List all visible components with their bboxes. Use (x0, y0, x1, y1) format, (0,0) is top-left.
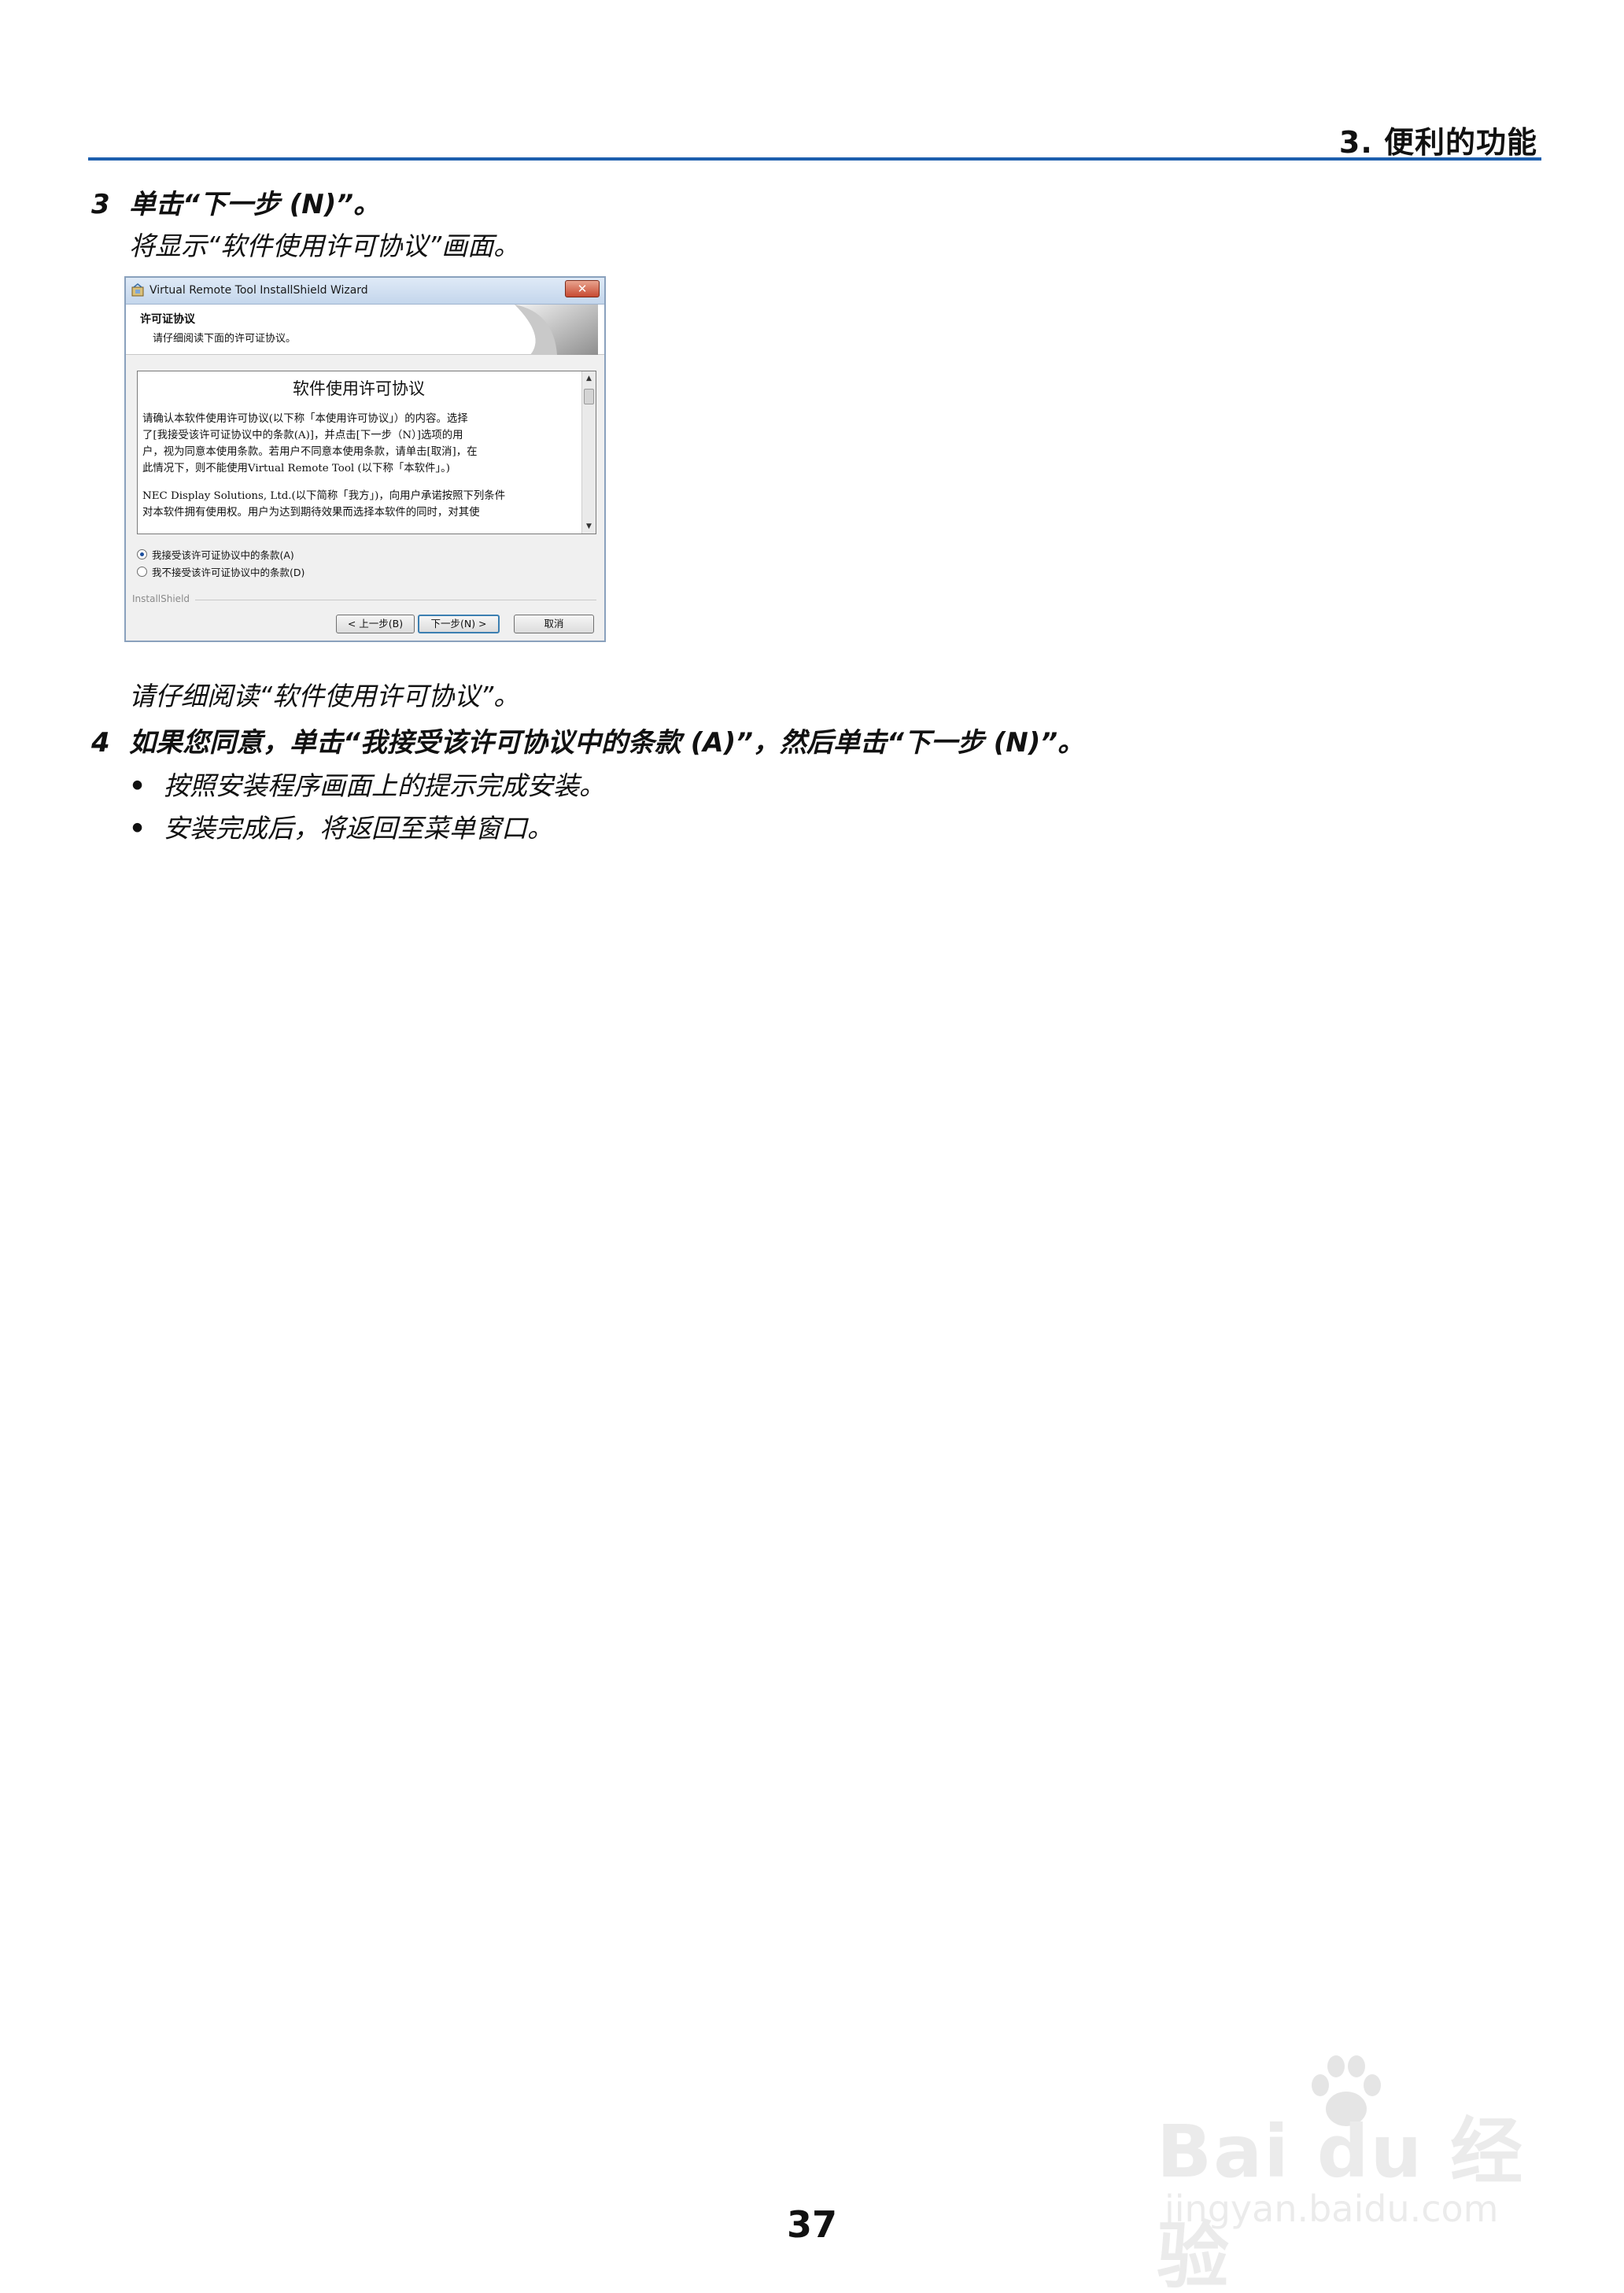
close-button[interactable]: ✕ (565, 280, 600, 297)
wizard-banner: 许可证协议 请仔细阅读下面的许可证协议。 (126, 305, 604, 355)
license-line: 户，视为同意本使用条款。若用户不同意本使用条款，请单击[取消]，在 (142, 446, 478, 458)
step-4: 4 如果您同意，单击“我接受该许可协议中的条款 (A)”，然后单击“下一步 (N)… (91, 721, 1084, 759)
installshield-label: InstallShield (132, 593, 190, 604)
window-titlebar: Virtual Remote Tool InstallShield Wizard… (126, 278, 604, 305)
license-line: 对本软件拥有使用权。用户为达到期待效果而选择本软件的同时，对其使 (142, 507, 480, 519)
read-note: 请仔细阅读“软件使用许可协议”。 (129, 681, 520, 711)
license-line: NEC Display Solutions, Ltd.(以下简称「我方」)，向用… (142, 490, 506, 502)
chapter-title: 3. 便利的功能 (1338, 125, 1537, 160)
radio-accept-option[interactable]: 我接受该许可证协议中的条款(A) (137, 547, 294, 562)
scroll-thumb[interactable] (584, 389, 594, 404)
banner-page-curl-icon (515, 305, 598, 355)
radio-decline-option[interactable]: 我不接受该许可证协议中的条款(D) (137, 564, 304, 579)
baidu-watermark: Bai du 经验 jingyan.baidu.com (1149, 2054, 1542, 2293)
window-title: Virtual Remote Tool InstallShield Wizard (149, 284, 368, 297)
radio-accept-label: 我接受该许可证协议中的条款(A) (152, 549, 294, 561)
license-line: 了[我接受该许可证协议中的条款(A)]，并点击[下一步（N）]选项的用 (142, 430, 463, 441)
bullet-text: 按照安装程序画面上的提示完成安装。 (164, 770, 605, 801)
cancel-button[interactable]: 取消 (514, 615, 594, 633)
radio-accept[interactable] (137, 549, 147, 559)
step-4-number: 4 (91, 727, 110, 759)
step-3: 3 单击“下一步 (N)”。 (91, 183, 380, 221)
step-3-instruction: 单击“下一步 (N)”。 (129, 189, 381, 220)
license-heading: 软件使用许可协议 (293, 379, 425, 398)
license-scrollbar[interactable]: ▲ ▼ (581, 371, 596, 534)
bullet-item: • 按照安装程序画面上的提示完成安装。 (129, 765, 605, 803)
banner-title: 许可证协议 (140, 313, 195, 326)
license-line: 请确认本软件使用许可协议(以下称「本使用许可协议」）的内容。选择 (142, 413, 468, 425)
bullet-dot-icon: • (129, 770, 146, 801)
license-spacer (142, 477, 575, 488)
step-4-instruction: 如果您同意，单击“我接受该许可协议中的条款 (A)”，然后单击“下一步 (N)”… (129, 727, 1085, 759)
license-content: 软件使用许可协议 请确认本软件使用许可协议(以下称「本使用许可协议」）的内容。选… (142, 376, 575, 521)
back-button[interactable]: < 上一步(B) (336, 615, 415, 633)
watermark-url: jingyan.baidu.com (1164, 2188, 1499, 2230)
radio-decline[interactable] (137, 567, 147, 577)
installer-window: Virtual Remote Tool InstallShield Wizard… (124, 276, 606, 642)
step-3-number: 3 (91, 189, 110, 220)
license-text-box[interactable]: 软件使用许可协议 请确认本软件使用许可协议(以下称「本使用许可协议」）的内容。选… (137, 371, 596, 534)
scroll-up-arrow-icon[interactable]: ▲ (582, 371, 596, 386)
license-line: 此情况下，则不能使用Virtual Remote Tool (以下称「本软件」。… (142, 463, 450, 474)
radio-decline-label: 我不接受该许可证协议中的条款(D) (152, 567, 305, 578)
bullet-item: • 安装完成后，将返回至菜单窗口。 (129, 807, 553, 845)
scroll-down-arrow-icon[interactable]: ▼ (582, 519, 596, 534)
header-rule (88, 157, 1541, 161)
installer-app-icon (131, 283, 144, 297)
step-3-description: 将显示“软件使用许可协议”画面。 (129, 231, 520, 261)
banner-subtitle: 请仔细阅读下面的许可证协议。 (153, 333, 297, 345)
bullet-dot-icon: • (129, 813, 146, 844)
next-button[interactable]: 下一步(N) > (418, 615, 500, 633)
bullet-text: 安装完成后，将返回至菜单窗口。 (164, 813, 553, 844)
